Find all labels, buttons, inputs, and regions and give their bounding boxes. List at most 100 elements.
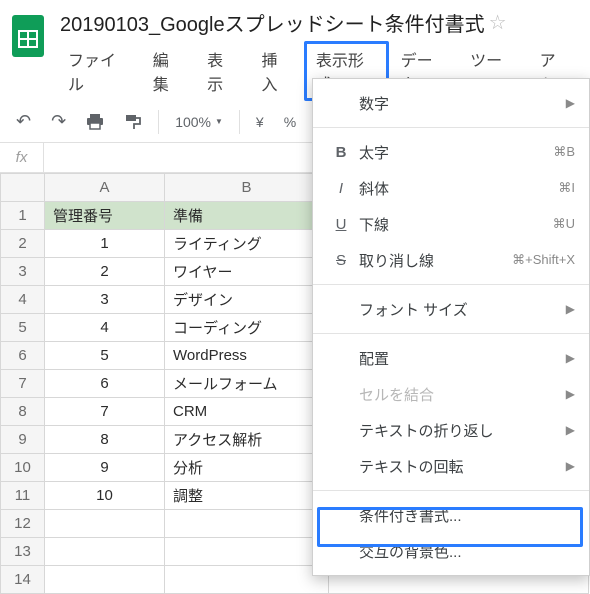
cell[interactable]: 準備 xyxy=(165,202,329,230)
cell[interactable]: 6 xyxy=(45,370,165,398)
menu-label: テキストの回転 xyxy=(355,456,566,477)
menu-rotate[interactable]: テキストの回転 ▶ xyxy=(313,448,589,484)
menu-insert[interactable]: 挿入 xyxy=(249,41,303,101)
submenu-arrow-icon: ▶ xyxy=(566,96,575,110)
menu-view[interactable]: 表示 xyxy=(195,41,249,101)
cell[interactable]: 5 xyxy=(45,342,165,370)
menu-label: 条件付き書式... xyxy=(355,505,575,526)
shortcut: ⌘U xyxy=(553,216,575,232)
undo-icon[interactable]: ↶ xyxy=(6,111,41,132)
row-header[interactable]: 6 xyxy=(1,342,45,370)
zoom-selector[interactable]: 100%▼ xyxy=(165,114,233,130)
underline-icon: U xyxy=(327,216,355,233)
menu-fontsize[interactable]: フォント サイズ ▶ xyxy=(313,291,589,327)
menu-file[interactable]: ファイル xyxy=(56,41,141,101)
strikethrough-icon: S xyxy=(327,252,355,269)
menu-label: 下線 xyxy=(355,214,553,235)
row-header[interactable]: 12 xyxy=(1,510,45,538)
star-icon[interactable]: ☆ xyxy=(489,10,507,35)
cell[interactable]: アクセス解析 xyxy=(165,426,329,454)
menu-label: テキストの折り返し xyxy=(355,420,566,441)
menu-bold[interactable]: B 太字 ⌘B xyxy=(313,134,589,170)
row-header[interactable]: 4 xyxy=(1,286,45,314)
cell[interactable]: コーディング xyxy=(165,314,329,342)
menu-strike[interactable]: S 取り消し線 ⌘+Shift+X xyxy=(313,242,589,278)
separator xyxy=(158,110,159,134)
print-icon[interactable] xyxy=(76,114,114,130)
shortcut: ⌘I xyxy=(558,180,575,196)
corner-cell[interactable] xyxy=(1,174,45,202)
menu-label: 交互の背景色... xyxy=(355,541,575,562)
row-header[interactable]: 5 xyxy=(1,314,45,342)
cell[interactable]: 2 xyxy=(45,258,165,286)
menu-conditional-formatting[interactable]: 条件付き書式... xyxy=(313,497,589,533)
menu-label: 斜体 xyxy=(355,178,558,199)
cell[interactable]: デザイン xyxy=(165,286,329,314)
separator xyxy=(239,110,240,134)
submenu-arrow-icon: ▶ xyxy=(566,459,575,473)
zoom-value: 100% xyxy=(175,114,211,130)
cell[interactable]: 調整 xyxy=(165,482,329,510)
menu-label: 太字 xyxy=(355,142,553,163)
cell[interactable] xyxy=(165,510,329,538)
row-header[interactable]: 8 xyxy=(1,398,45,426)
submenu-arrow-icon: ▶ xyxy=(566,423,575,437)
menu-number[interactable]: 数字 ▶ xyxy=(313,85,589,121)
shortcut: ⌘B xyxy=(553,144,575,160)
separator xyxy=(313,284,589,285)
submenu-arrow-icon: ▶ xyxy=(566,302,575,316)
cell[interactable]: ライティング xyxy=(165,230,329,258)
submenu-arrow-icon: ▶ xyxy=(566,351,575,365)
menu-wrap[interactable]: テキストの折り返し ▶ xyxy=(313,412,589,448)
cell[interactable]: ワイヤー xyxy=(165,258,329,286)
cell[interactable] xyxy=(45,510,165,538)
separator xyxy=(313,333,589,334)
cell[interactable]: 管理番号 xyxy=(45,202,165,230)
cell[interactable]: 9 xyxy=(45,454,165,482)
col-header-A[interactable]: A xyxy=(45,174,165,202)
cell[interactable]: 8 xyxy=(45,426,165,454)
row-header[interactable]: 11 xyxy=(1,482,45,510)
paint-icon[interactable] xyxy=(114,113,152,131)
menu-edit[interactable]: 編集 xyxy=(141,41,195,101)
cell[interactable]: 1 xyxy=(45,230,165,258)
italic-icon: I xyxy=(327,180,355,197)
row-header[interactable]: 3 xyxy=(1,258,45,286)
submenu-arrow-icon: ▶ xyxy=(566,387,575,401)
cell[interactable]: 10 xyxy=(45,482,165,510)
row-header[interactable]: 7 xyxy=(1,370,45,398)
shortcut: ⌘+Shift+X xyxy=(512,252,575,268)
sheets-logo xyxy=(8,10,48,62)
currency-button[interactable]: ¥ xyxy=(246,114,274,130)
menu-align[interactable]: 配置 ▶ xyxy=(313,340,589,376)
menu-underline[interactable]: U 下線 ⌘U xyxy=(313,206,589,242)
row-header[interactable]: 2 xyxy=(1,230,45,258)
menu-label: 取り消し線 xyxy=(355,250,512,271)
row-header[interactable]: 1 xyxy=(1,202,45,230)
cell[interactable]: 4 xyxy=(45,314,165,342)
menu-label: 数字 xyxy=(355,93,566,114)
percent-button[interactable]: % xyxy=(274,114,306,130)
bold-icon: B xyxy=(327,144,355,161)
cell[interactable]: WordPress xyxy=(165,342,329,370)
row-header[interactable]: 10 xyxy=(1,454,45,482)
cell[interactable]: メールフォーム xyxy=(165,370,329,398)
menu-italic[interactable]: I 斜体 ⌘I xyxy=(313,170,589,206)
menu-label: フォント サイズ xyxy=(355,299,566,320)
menu-alternating-colors[interactable]: 交互の背景色... xyxy=(313,533,589,569)
row-header[interactable]: 13 xyxy=(1,538,45,566)
separator xyxy=(313,127,589,128)
cell[interactable] xyxy=(45,538,165,566)
cell[interactable] xyxy=(165,538,329,566)
cell[interactable]: 7 xyxy=(45,398,165,426)
cell[interactable]: 3 xyxy=(45,286,165,314)
menu-label: 配置 xyxy=(355,348,566,369)
format-menu-dropdown: 数字 ▶ B 太字 ⌘B I 斜体 ⌘I U 下線 ⌘U S 取り消し線 ⌘+S… xyxy=(312,78,590,576)
menu-merge: セルを結合 ▶ xyxy=(313,376,589,412)
row-header[interactable]: 9 xyxy=(1,426,45,454)
document-title[interactable]: 20190103_Googleスプレッドシート条件付書式 xyxy=(56,6,485,39)
cell[interactable]: 分析 xyxy=(165,454,329,482)
redo-icon[interactable]: ↷ xyxy=(41,111,76,132)
cell[interactable]: CRM xyxy=(165,398,329,426)
col-header-B[interactable]: B xyxy=(165,174,329,202)
